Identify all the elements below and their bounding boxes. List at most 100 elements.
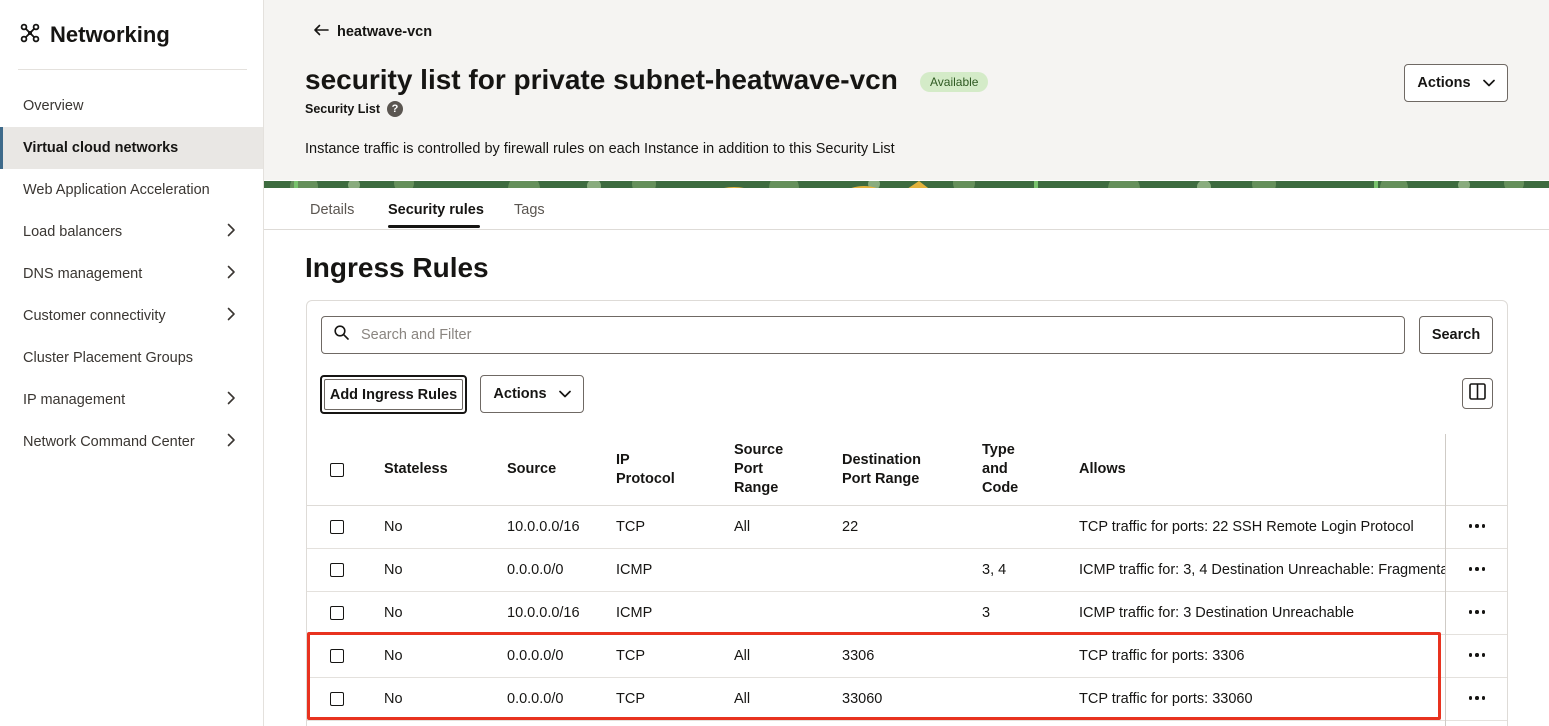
tab-tags[interactable]: Tags xyxy=(514,202,545,218)
sidebar-item-cluster-placement-groups[interactable]: Cluster Placement Groups xyxy=(0,337,263,379)
sidebar-item-label: Virtual cloud networks xyxy=(23,140,179,156)
cell-protocol: ICMP xyxy=(616,562,653,578)
add-ingress-rules-button[interactable]: Add Ingress Rules xyxy=(320,375,467,414)
sidebar-item-label: Network Command Center xyxy=(23,434,195,450)
row-checkbox[interactable] xyxy=(330,520,344,534)
cell-dst-port: 22 xyxy=(842,519,859,535)
column-header-source-port-range[interactable]: Source Port Range xyxy=(734,441,804,498)
sidebar-item-label: Cluster Placement Groups xyxy=(23,350,194,366)
row-checkbox[interactable] xyxy=(330,606,344,620)
row-checkbox[interactable] xyxy=(330,692,344,706)
row-checkbox[interactable] xyxy=(330,649,344,663)
cell-protocol: TCP xyxy=(616,519,645,535)
sidebar-item-overview[interactable]: Overview xyxy=(0,85,263,127)
sidebar-title: Networking xyxy=(50,22,170,47)
cell-allows: ICMP traffic for: 3 Destination Unreacha… xyxy=(1079,605,1355,621)
section-title: Ingress Rules xyxy=(305,252,489,283)
chevron-right-icon xyxy=(225,391,237,409)
table-row[interactable]: No 0.0.0.0/0 TCP All 33060 TCP traffic for po… xyxy=(307,678,1507,721)
sidebar-item-load-balancers[interactable]: Load balancers xyxy=(0,211,263,253)
sidebar-item-label: Overview xyxy=(23,98,84,114)
table-row[interactable]: No 0.0.0.0/0 TCP All 3306 TCP traffic for por… xyxy=(307,635,1507,678)
sidebar-item-label: Load balancers xyxy=(23,224,123,240)
column-header-allows[interactable]: Allows xyxy=(1079,460,1179,479)
cell-source: 0.0.0.0/0 xyxy=(507,691,564,707)
columns-icon xyxy=(1469,382,1486,405)
cell-stateless: No xyxy=(384,562,403,578)
cell-source: 0.0.0.0/0 xyxy=(507,648,564,664)
search-icon xyxy=(334,325,349,345)
chevron-down-icon xyxy=(1482,75,1495,91)
arrow-left-icon xyxy=(313,24,329,40)
column-header-type-and-code[interactable]: Type and Code xyxy=(982,441,1027,498)
columns-toggle-button[interactable] xyxy=(1462,378,1493,409)
back-link[interactable]: heatwave-vcn xyxy=(313,24,432,40)
tab-security-rules[interactable]: Security rules xyxy=(388,202,484,218)
more-icon[interactable] xyxy=(1466,688,1488,708)
sidebar-item-label: Web Application Acceleration xyxy=(23,182,210,198)
sidebar-item-virtual-cloud-networks[interactable]: Virtual cloud networks xyxy=(0,127,263,169)
sidebar-item-label: Customer connectivity xyxy=(23,308,166,324)
cell-type-code: 3, 4 xyxy=(982,562,1007,578)
sidebar-item-label: IP management xyxy=(23,392,126,408)
tab-details[interactable]: Details xyxy=(310,202,354,218)
more-icon[interactable] xyxy=(1466,516,1488,536)
column-header-source[interactable]: Source xyxy=(507,460,607,479)
add-ingress-rules-label: Add Ingress Rules xyxy=(329,386,458,403)
select-all-checkbox[interactable] xyxy=(330,463,344,477)
column-header-stateless[interactable]: Stateless xyxy=(384,460,484,479)
search-input[interactable] xyxy=(361,327,1361,343)
tab-bar: Details Security rules Tags xyxy=(264,188,1549,230)
help-icon[interactable]: ? xyxy=(387,101,404,117)
table-header-row: Stateless Source IP Protocol Source Port… xyxy=(307,434,1507,506)
decorative-banner xyxy=(264,178,1549,188)
page-title: security list for private subnet-heatwav… xyxy=(305,64,898,95)
cell-dst-port: 33060 xyxy=(842,691,883,707)
sidebar-item-ip-management[interactable]: IP management xyxy=(0,379,263,421)
networking-icon xyxy=(20,23,40,48)
sticky-column-divider xyxy=(1445,434,1446,726)
table-row[interactable]: No 10.0.0.0/16 TCP All 22 TCP traffic for por… xyxy=(307,506,1507,549)
cell-protocol: TCP xyxy=(616,691,645,707)
cell-protocol: TCP xyxy=(616,648,645,664)
back-link-label: heatwave-vcn xyxy=(337,24,433,40)
table-row[interactable]: No 0.0.0.0/0 ICMP 3, 4 ICMP traffic for: 3, … xyxy=(307,549,1507,592)
table-actions-label: Actions xyxy=(493,386,547,402)
search-button[interactable]: Search xyxy=(1419,316,1493,354)
chevron-right-icon xyxy=(225,223,237,241)
sidebar-item-customer-connectivity[interactable]: Customer connectivity xyxy=(0,295,263,337)
column-header-destination-port-range[interactable]: Destination Port Range xyxy=(842,451,947,489)
cell-allows: ICMP traffic for: 3, 4 Destination Unrea… xyxy=(1079,562,1445,578)
cell-src-port: All xyxy=(734,648,751,664)
cell-stateless: No xyxy=(384,605,403,621)
sidebar-item-network-command-center[interactable]: Network Command Center xyxy=(0,421,263,463)
cell-src-port: All xyxy=(734,691,751,707)
page-description: Instance traffic is controlled by firewa… xyxy=(305,141,895,157)
table-actions-button[interactable]: Actions xyxy=(480,375,584,413)
cell-source: 10.0.0.0/16 xyxy=(507,519,580,535)
chevron-right-icon xyxy=(225,433,237,451)
cell-protocol: ICMP xyxy=(616,605,653,621)
sidebar-divider xyxy=(18,69,247,70)
search-field[interactable] xyxy=(321,316,1405,354)
column-header-ip-protocol[interactable]: IP Protocol xyxy=(616,451,686,489)
sidebar-nav: Overview Virtual cloud networks Web Applic… xyxy=(0,85,263,463)
header-actions-label: Actions xyxy=(1417,75,1471,91)
row-checkbox[interactable] xyxy=(330,563,344,577)
chevron-right-icon xyxy=(225,307,237,325)
chevron-down-icon xyxy=(558,386,571,402)
cell-stateless: No xyxy=(384,648,403,664)
chevron-right-icon xyxy=(225,265,237,283)
cell-dst-port: 3306 xyxy=(842,648,875,664)
header-actions-button[interactable]: Actions xyxy=(1404,64,1508,102)
more-icon[interactable] xyxy=(1466,602,1488,622)
more-icon[interactable] xyxy=(1466,559,1488,579)
more-icon[interactable] xyxy=(1466,645,1488,665)
active-tab-indicator xyxy=(388,225,480,228)
sidebar-item-web-application-acceleration[interactable]: Web Application Acceleration xyxy=(0,169,263,211)
sidebar: Networking Overview Virtual cloud network… xyxy=(0,0,264,726)
table-row[interactable]: No 10.0.0.0/16 ICMP 3 ICMP traffic for: 3 De… xyxy=(307,592,1507,635)
sidebar-item-dns-management[interactable]: DNS management xyxy=(0,253,263,295)
cell-allows: TCP traffic for ports: 3306 xyxy=(1079,648,1245,664)
cell-stateless: No xyxy=(384,691,403,707)
